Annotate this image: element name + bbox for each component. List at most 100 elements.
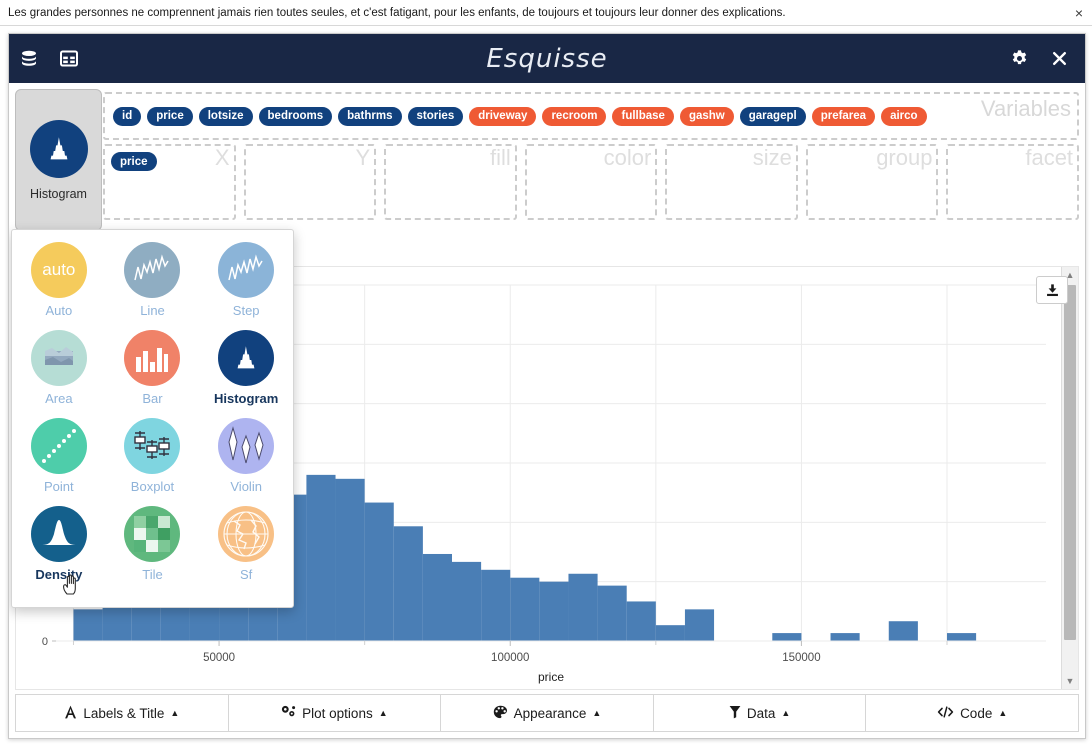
geometry-option-tile[interactable]: Tile: [106, 506, 200, 594]
variables-placeholder: Variables: [980, 96, 1071, 121]
geometry-option-label: Violin: [230, 479, 262, 494]
geometry-option-label: Density: [35, 567, 83, 582]
aesthetic-chip-price[interactable]: price: [111, 152, 157, 171]
table-grid-icon[interactable]: [49, 34, 89, 83]
bottom-toolbar: Labels & Title ▲ Plot options ▲ Appearan…: [15, 694, 1079, 732]
variable-chip-price[interactable]: price: [147, 106, 193, 126]
variable-chip-bedrooms[interactable]: bedrooms: [258, 106, 333, 126]
geometry-option-histogram[interactable]: Histogram: [199, 330, 293, 418]
notification-banner: Les grandes personnes ne comprennent jam…: [0, 0, 1092, 26]
geometry-option-label: Step: [232, 303, 260, 318]
database-icon[interactable]: [9, 34, 49, 83]
caret-up-icon: ▲: [998, 708, 1008, 718]
variable-chip-recroom[interactable]: recroom: [542, 106, 607, 126]
step-icon: [218, 242, 275, 298]
geometry-option-label: Sf: [240, 567, 253, 582]
svg-text:0: 0: [42, 636, 48, 648]
geometry-selector-button[interactable]: Histogram: [15, 89, 102, 231]
violin-icon: [218, 418, 275, 474]
appearance-label: Appearance: [513, 705, 587, 721]
line-icon: [124, 242, 181, 298]
variable-chip-fullbase[interactable]: fullbase: [612, 106, 674, 126]
geometry-option-label: Bar: [142, 391, 163, 406]
svg-text:100000: 100000: [491, 652, 529, 664]
tile-icon: [124, 506, 181, 562]
variable-chip-gashw[interactable]: gashw: [679, 106, 734, 126]
code-button[interactable]: Code ▲: [866, 695, 1078, 731]
chevron-down-icon[interactable]: ▼: [1062, 673, 1078, 689]
geometry-menu[interactable]: auto Auto Line Step Area Bar Histogram P…: [11, 229, 294, 608]
variables-row: id price lotsize bedrooms bathrms storie…: [15, 92, 1079, 140]
geometry-option-boxplot[interactable]: Boxplot: [106, 418, 200, 506]
geometry-option-step[interactable]: Step: [199, 242, 293, 330]
variable-chip-garagepl[interactable]: garagepl: [739, 106, 806, 126]
code-icon: [937, 705, 954, 722]
geometry-option-sf[interactable]: Sf: [199, 506, 293, 594]
geometry-option-density[interactable]: Density: [12, 506, 106, 594]
plot-options-button[interactable]: Plot options ▲: [229, 695, 442, 731]
geometry-option-label: Line: [140, 303, 165, 318]
dropzone-x-label: X: [214, 145, 230, 170]
dropzone-fill-label: fill: [489, 145, 511, 170]
svg-text:50000: 50000: [203, 652, 235, 664]
geometry-option-violin[interactable]: Violin: [199, 418, 293, 506]
appearance-button[interactable]: Appearance ▲: [441, 695, 654, 731]
palette-icon: [493, 705, 508, 722]
dropzone-y[interactable]: Y: [243, 144, 377, 220]
notification-close-icon[interactable]: ×: [1066, 0, 1092, 25]
dropzone-group-label: group: [876, 145, 933, 170]
dropzone-facet-label: facet: [1025, 145, 1074, 170]
caret-up-icon: ▲: [378, 708, 388, 718]
geometry-option-auto[interactable]: auto Auto: [12, 242, 106, 330]
auto-icon: auto: [30, 242, 87, 298]
dropzone-group[interactable]: group: [805, 144, 939, 220]
variable-chip-bathrms[interactable]: bathrms: [338, 106, 402, 126]
dropzone-size-label: size: [752, 145, 792, 170]
download-icon[interactable]: [1036, 276, 1068, 304]
sliders-icon: [281, 705, 296, 722]
font-icon: [64, 705, 77, 722]
variable-chip-stories[interactable]: stories: [407, 106, 464, 126]
geometry-option-bar[interactable]: Bar: [106, 330, 200, 418]
variable-chip-id[interactable]: id: [113, 106, 142, 126]
bar-icon: [124, 330, 181, 386]
close-icon[interactable]: [1039, 34, 1079, 83]
point-icon: [30, 418, 87, 474]
labels-title-button[interactable]: Labels & Title ▲: [16, 695, 229, 731]
dropzone-facet[interactable]: facet: [946, 144, 1080, 220]
caret-up-icon: ▲: [592, 708, 602, 718]
geometry-option-point[interactable]: Point: [12, 418, 106, 506]
geometry-selector-label: Histogram: [30, 186, 87, 201]
variables-dropzone[interactable]: id price lotsize bedrooms bathrms storie…: [103, 92, 1079, 140]
geometry-option-line[interactable]: Line: [106, 242, 200, 330]
geometry-option-label: Boxplot: [130, 479, 175, 494]
geometry-option-area[interactable]: Area: [12, 330, 106, 418]
variable-chip-lotsize[interactable]: lotsize: [198, 106, 253, 126]
aesthetics-row: price X Y fill color size group facet: [15, 144, 1080, 220]
dropzone-color-label: color: [603, 145, 652, 170]
variable-chip-driveway[interactable]: driveway: [469, 106, 537, 126]
svg-text:150000: 150000: [782, 652, 820, 664]
geometry-option-label: Area: [45, 391, 73, 406]
scrollbar-thumb[interactable]: [1064, 285, 1076, 640]
variable-chip-airco[interactable]: airco: [881, 106, 927, 126]
dropzone-size[interactable]: size: [665, 144, 798, 220]
data-label: Data: [746, 705, 776, 721]
area-icon: [30, 330, 87, 386]
gear-icon[interactable]: [999, 34, 1039, 83]
plot-scrollbar[interactable]: ▲ ▼: [1061, 267, 1078, 689]
variable-chip-prefarea[interactable]: prefarea: [811, 106, 876, 126]
density-icon: [30, 506, 87, 562]
caret-up-icon: ▲: [170, 708, 180, 718]
navbar-actions: [999, 34, 1079, 83]
data-button[interactable]: Data ▲: [654, 695, 867, 731]
dropzone-color[interactable]: color: [524, 144, 658, 220]
esquisse-window: Esquisse Histogram id price lotsize bedr…: [8, 33, 1086, 739]
notification-message: Les grandes personnes ne comprennent jam…: [8, 6, 786, 19]
app-title-text: Esquisse: [486, 43, 608, 74]
geometry-option-label: Histogram: [214, 391, 279, 406]
dropzone-x[interactable]: price X: [103, 144, 236, 220]
plot-options-label: Plot options: [302, 705, 373, 721]
app-navbar: Esquisse: [9, 34, 1085, 83]
dropzone-fill[interactable]: fill: [384, 144, 517, 220]
